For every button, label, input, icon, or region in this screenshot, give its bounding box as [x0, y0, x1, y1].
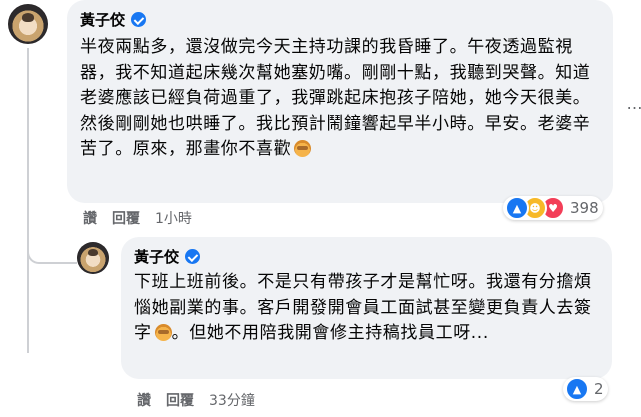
verified-badge-icon: [185, 249, 201, 264]
reply-author-avatar[interactable]: [77, 242, 109, 274]
comment-text: 半夜兩點多，還沒做完今天主持功課的我昏睡了。午夜透過監視器，我不知道起床幾次幫她…: [80, 37, 591, 159]
comment-timestamp[interactable]: 1小時: [155, 211, 192, 227]
reply-author[interactable]: 黃子佼: [134, 248, 201, 266]
reply-timestamp[interactable]: 33分鐘: [209, 393, 255, 409]
reply-bubble: 黃子佼 下班上班前後。不是只有帶孩子才是幫忙呀。我還有分擔煩惱她副業的事。客戶開…: [121, 237, 612, 379]
comment-actions: 讚回覆 1小時: [83, 211, 192, 227]
reply-reactions[interactable]: ▲ 2: [563, 377, 608, 401]
author-avatar[interactable]: [8, 4, 48, 44]
see-no-evil-monkey-icon: [294, 140, 312, 157]
reply-text: 下班上班前後。不是只有帶孩子才是幫忙呀。我還有分擔煩惱她副業的事。客戶開發開會員…: [134, 272, 592, 343]
like-button[interactable]: 讚: [83, 211, 97, 227]
thread-curve: [27, 240, 77, 264]
comment-author[interactable]: 黃子佼: [80, 11, 147, 29]
reply-author-name[interactable]: 黃子佼: [134, 248, 179, 266]
thread-line: [27, 48, 29, 353]
comment-bubble: 黃子佼 半夜兩點多，還沒做完今天主持功課的我昏睡了。午夜透過監視器，我不知道起床…: [67, 0, 613, 203]
comment-author-name[interactable]: 黃子佼: [80, 11, 125, 29]
reply-reply-button[interactable]: 回覆: [166, 393, 194, 409]
reply-like-button[interactable]: 讚: [137, 393, 151, 409]
comment-reactions[interactable]: ▲ ☻ ♥ 398: [503, 196, 603, 220]
reaction-count: 398: [570, 199, 599, 217]
reply-button[interactable]: 回覆: [112, 211, 140, 227]
reply-actions: 讚回覆 33分鐘: [137, 393, 255, 409]
more-options-icon[interactable]: …: [620, 88, 641, 118]
see-no-evil-monkey-icon: [154, 324, 172, 341]
reply-reaction-count: 2: [594, 380, 604, 398]
verified-badge-icon: [131, 12, 147, 27]
like-icon: ▲: [565, 377, 589, 401]
like-icon: ▲: [505, 196, 529, 220]
